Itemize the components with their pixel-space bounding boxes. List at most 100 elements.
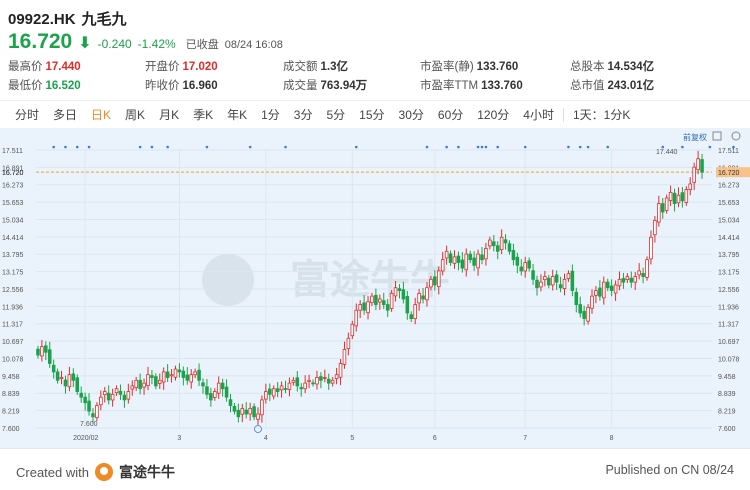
candle-body-122 bbox=[515, 256, 520, 266]
annotation-high: 17.440 bbox=[656, 149, 678, 156]
settings-icon[interactable] bbox=[712, 131, 722, 141]
candle-body-47 bbox=[220, 382, 225, 390]
watermark-logo-icon bbox=[202, 254, 254, 306]
candle-body-123 bbox=[519, 266, 524, 272]
y-tick-left-17: 7.600 bbox=[2, 426, 20, 433]
candle-body-41 bbox=[197, 369, 201, 381]
tab-8[interactable]: 3分 bbox=[287, 101, 320, 129]
tab-6[interactable]: 年K bbox=[220, 101, 254, 129]
x-tick-4: 6 bbox=[433, 435, 437, 442]
candle-body-156 bbox=[649, 236, 653, 260]
candle-body-136 bbox=[570, 270, 575, 291]
candle-body-165 bbox=[684, 189, 689, 203]
y-tick-right-16: 8.219 bbox=[718, 409, 736, 416]
event-marker-25 bbox=[708, 145, 712, 149]
candle-body-142 bbox=[594, 290, 598, 296]
candle-body-23 bbox=[126, 391, 131, 400]
tab-0[interactable]: 分时 bbox=[8, 101, 46, 129]
candle-body-24 bbox=[130, 385, 135, 390]
candle-body-105 bbox=[448, 253, 453, 263]
candle-body-150 bbox=[625, 276, 630, 281]
y-tick-right-7: 13.795 bbox=[718, 252, 740, 259]
event-marker-5 bbox=[150, 145, 154, 149]
kline-svg: 前复权富途牛牛17.51117.51116.89116.89116.72016.… bbox=[2, 131, 750, 442]
candle-body-139 bbox=[582, 310, 586, 320]
y-tick-left-5: 15.034 bbox=[2, 217, 24, 224]
y-tick-left-4: 15.653 bbox=[2, 200, 24, 207]
candle-body-166 bbox=[688, 183, 693, 190]
candle-body-65 bbox=[291, 379, 296, 383]
candle-body-40 bbox=[193, 371, 197, 376]
adjust-toggle[interactable]: 前复权 bbox=[683, 132, 707, 142]
tab-14[interactable]: 4小时 bbox=[516, 101, 561, 129]
candle-body-15 bbox=[95, 405, 99, 419]
y-tick-left-16: 8.219 bbox=[2, 409, 20, 416]
y-tick-left-10: 11.936 bbox=[2, 304, 23, 311]
event-marker-8 bbox=[248, 145, 252, 149]
candle-body-117 bbox=[495, 245, 500, 252]
tab-15[interactable]: 1天：1分K bbox=[566, 101, 637, 129]
candle-body-102 bbox=[436, 270, 441, 288]
last-price-tag: 16.720 bbox=[718, 170, 740, 177]
tab-1[interactable]: 多日 bbox=[46, 101, 84, 129]
tab-5[interactable]: 季K bbox=[186, 101, 220, 129]
candle-body-148 bbox=[617, 278, 622, 287]
candle-body-126 bbox=[531, 270, 535, 280]
tab-13[interactable]: 120分 bbox=[470, 101, 516, 129]
candle-body-18 bbox=[106, 392, 111, 401]
candle-body-80 bbox=[350, 323, 355, 337]
tab-10[interactable]: 15分 bbox=[352, 101, 391, 129]
tab-2[interactable]: 日K bbox=[84, 101, 118, 129]
tab-3[interactable]: 周K bbox=[118, 101, 152, 129]
candle-body-62 bbox=[279, 385, 284, 391]
candle-body-131 bbox=[550, 276, 555, 286]
candle-body-120 bbox=[507, 243, 512, 252]
event-marker-19 bbox=[567, 145, 570, 149]
zoom-icon[interactable] bbox=[731, 131, 741, 141]
candle-body-74 bbox=[326, 378, 331, 384]
candle-body-22 bbox=[122, 394, 127, 401]
stock-symbol: 09922.HK bbox=[8, 11, 76, 28]
candle-body-153 bbox=[637, 270, 641, 276]
y-tick-right-17: 7.600 bbox=[718, 426, 736, 433]
y-tick-left-9: 12.556 bbox=[2, 287, 24, 294]
candle-body-25 bbox=[134, 379, 138, 389]
tab-11[interactable]: 30分 bbox=[392, 101, 431, 129]
kline-chart[interactable]: 前复权富途牛牛17.51117.51116.89116.89116.72016.… bbox=[0, 128, 750, 448]
candle-body-97 bbox=[417, 292, 421, 304]
candle-body-130 bbox=[547, 277, 551, 286]
candle-body-7 bbox=[63, 379, 68, 387]
candle-body-91 bbox=[393, 287, 398, 297]
tab-12[interactable]: 60分 bbox=[431, 101, 470, 129]
candle-body-59 bbox=[268, 388, 272, 395]
event-marker-20 bbox=[578, 145, 582, 149]
candle-body-8 bbox=[67, 374, 72, 388]
y-tick-right-0: 17.511 bbox=[718, 148, 739, 155]
created-with: Created with 富途牛牛 bbox=[16, 462, 175, 482]
quote-datetime: 08/24 16:08 bbox=[224, 39, 283, 51]
candle-body-114 bbox=[484, 248, 488, 260]
y-tick-right-11: 11.317 bbox=[718, 322, 739, 329]
candle-body-160 bbox=[664, 197, 669, 211]
tab-7[interactable]: 1分 bbox=[254, 101, 287, 129]
candle-body-151 bbox=[629, 277, 634, 283]
tab-4[interactable]: 月K bbox=[152, 101, 186, 129]
tab-9[interactable]: 5分 bbox=[319, 101, 352, 129]
y-tick-left-11: 11.317 bbox=[2, 322, 23, 329]
price-change: -0.240 bbox=[97, 37, 132, 51]
event-marker-1 bbox=[64, 145, 67, 149]
stat-shares: 总股本 14.534亿 bbox=[570, 61, 655, 73]
y-tick-right-15: 8.839 bbox=[718, 391, 736, 398]
event-marker-0 bbox=[52, 145, 55, 149]
candle-body-144 bbox=[602, 281, 606, 299]
candle-body-152 bbox=[633, 276, 638, 283]
candle-body-127 bbox=[535, 279, 539, 289]
event-marker-7 bbox=[205, 145, 209, 149]
candle-body-106 bbox=[452, 256, 457, 264]
candle-body-133 bbox=[558, 284, 563, 289]
y-tick-right-8: 13.175 bbox=[718, 270, 740, 277]
last-price-tag-left: 16.720 bbox=[2, 170, 24, 177]
candle-body-118 bbox=[499, 236, 504, 251]
candle-body-29 bbox=[150, 375, 154, 378]
created-with-label: Created with bbox=[16, 464, 89, 480]
